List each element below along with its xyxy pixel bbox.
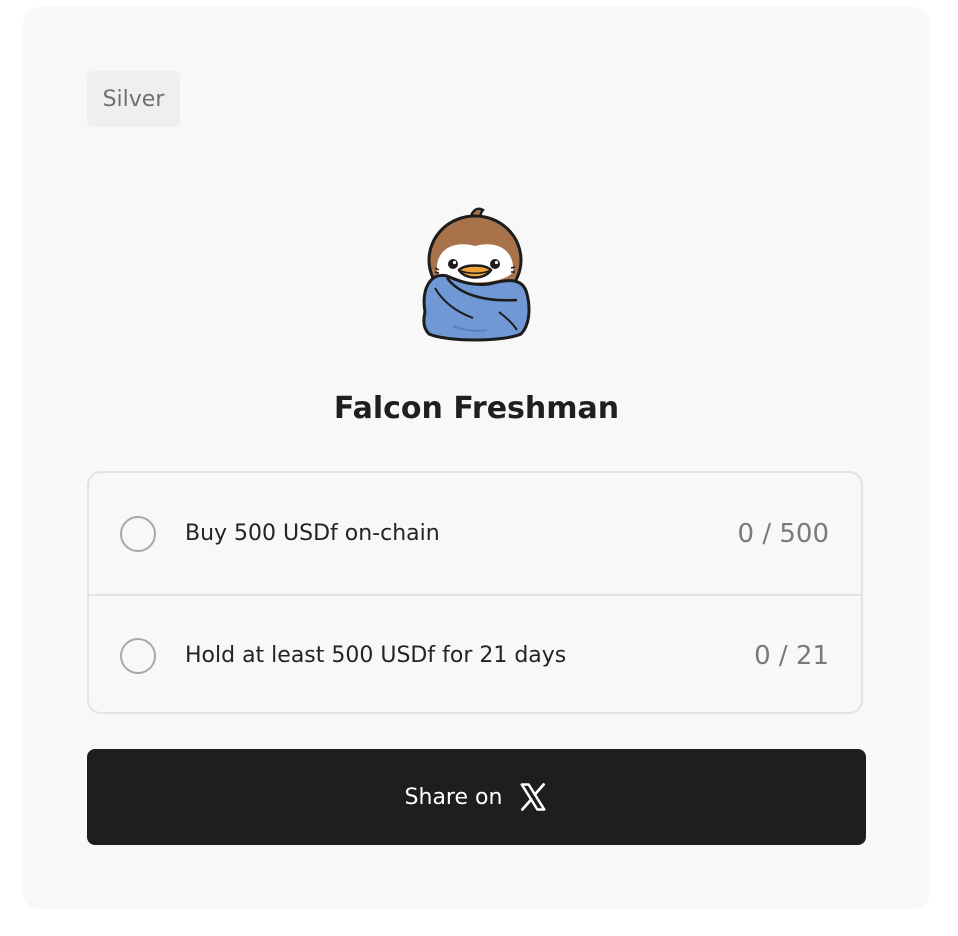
share-on-x-button[interactable]: Share on: [87, 749, 866, 845]
task-row: Buy 500 USDf on-chain 0 / 500: [89, 473, 861, 594]
task-checkbox[interactable]: [120, 515, 156, 552]
task-progress: 0 / 500: [737, 518, 829, 549]
share-label: Share on: [404, 784, 503, 810]
falcon-mascot-icon: [422, 207, 531, 342]
task-checkbox[interactable]: [120, 637, 156, 674]
task-row: Hold at least 500 USDf for 21 days 0 / 2…: [89, 594, 861, 712]
task-label: Hold at least 500 USDf for 21 days: [185, 643, 567, 668]
tier-badge: Silver: [87, 71, 180, 127]
x-logo-icon: [520, 783, 546, 811]
achievement-title: Falcon Freshman: [333, 391, 620, 426]
task-list: Buy 500 USDf on-chain 0 / 500 Hold at le…: [87, 471, 863, 714]
task-progress: 0 / 21: [754, 640, 829, 671]
task-label: Buy 500 USDf on-chain: [185, 521, 440, 546]
achievement-card: Silver Falcon Freshman Buy 500 USDf on-c…: [23, 7, 930, 909]
